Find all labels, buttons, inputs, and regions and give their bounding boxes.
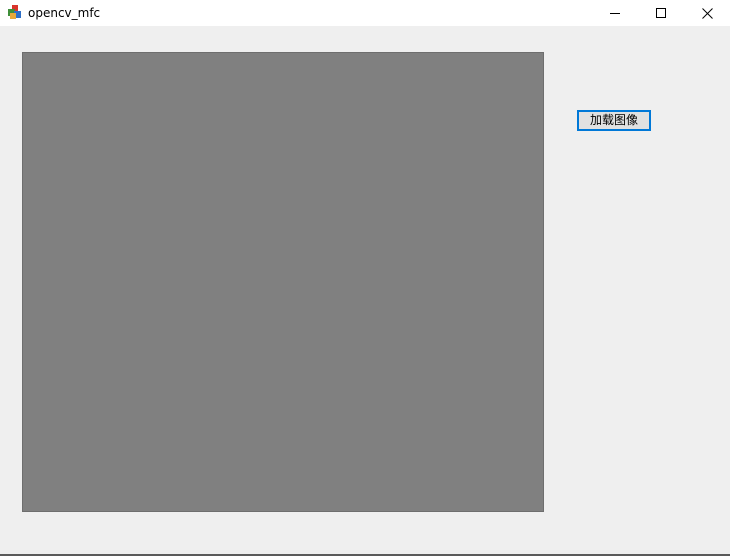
close-icon (701, 7, 713, 19)
maximize-button[interactable] (638, 0, 684, 26)
dialog-client-area: 加载图像 (0, 26, 730, 556)
window-title: opencv_mfc (28, 6, 101, 20)
title-bar[interactable]: opencv_mfc (0, 0, 730, 26)
minimize-icon (610, 13, 620, 14)
close-button[interactable] (684, 0, 730, 26)
app-window: opencv_mfc 加载图像 (0, 0, 730, 556)
load-image-button[interactable]: 加载图像 (577, 110, 651, 131)
maximize-icon (656, 8, 666, 18)
mfc-app-icon[interactable] (7, 5, 22, 20)
minimize-button[interactable] (592, 0, 638, 26)
image-display-area (22, 52, 544, 512)
